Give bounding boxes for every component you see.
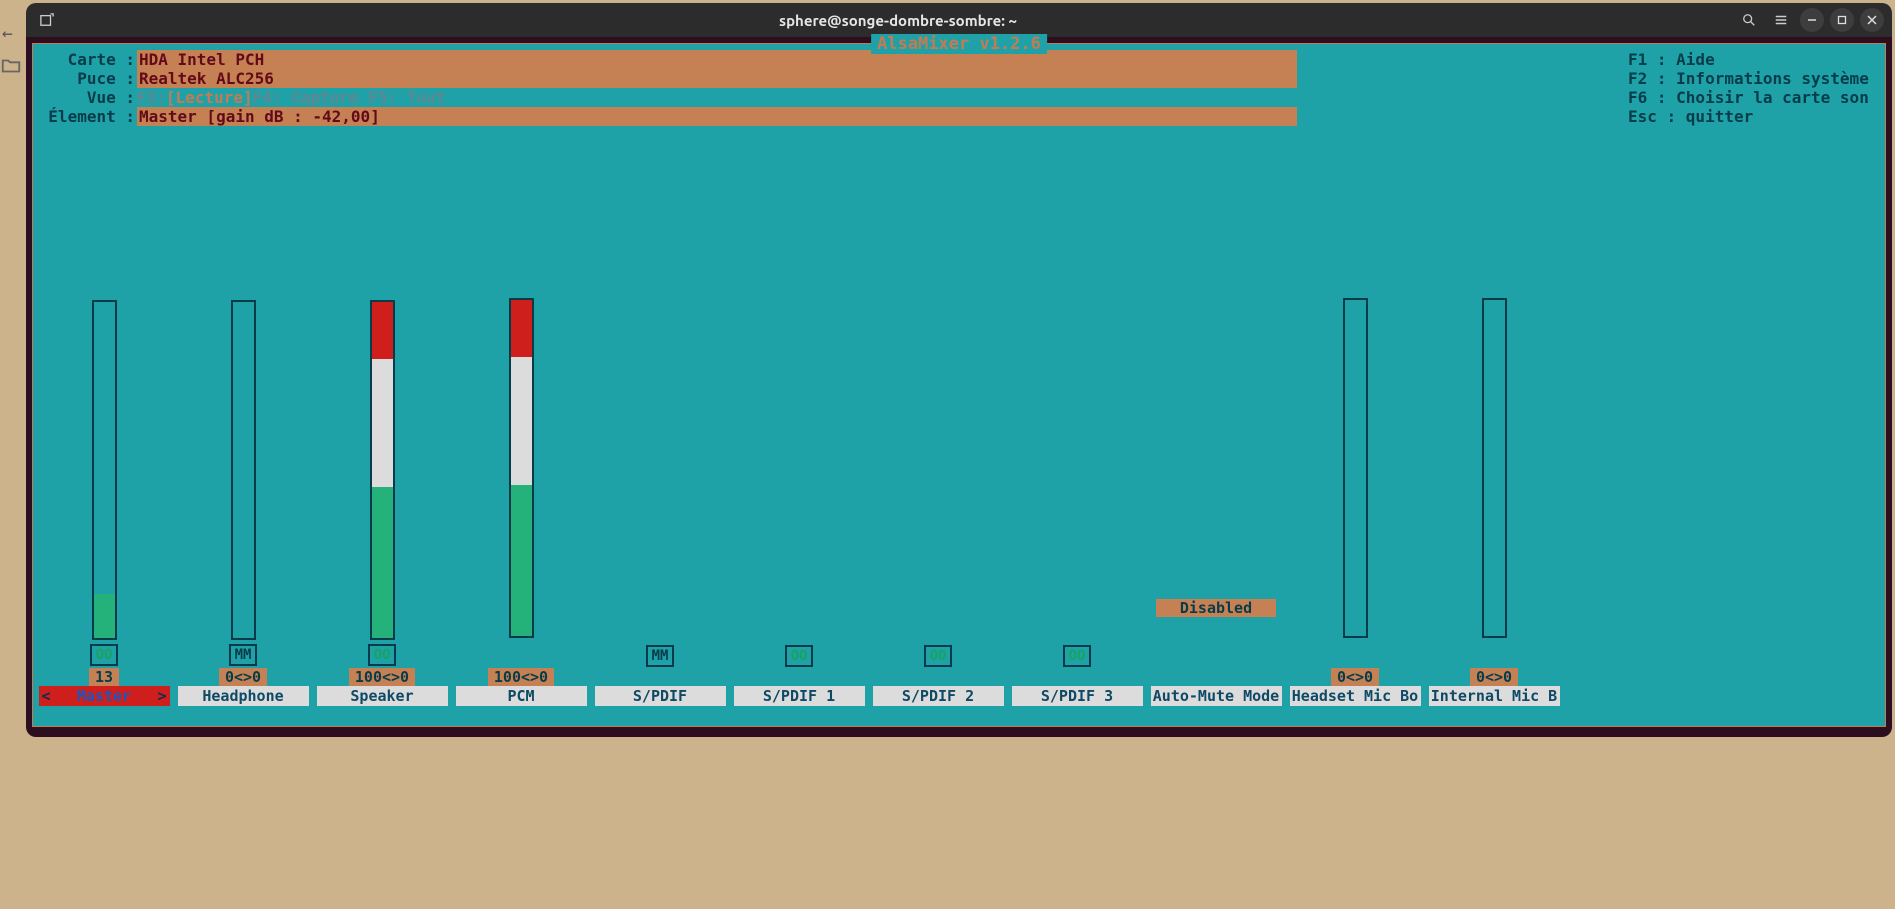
channel-name: Internal Mic B: [1429, 686, 1560, 706]
alsamixer-frame: AlsaMixer v1.2.6 Carte : HDA Intel PCH P…: [32, 43, 1886, 727]
view-f3: F3:: [137, 88, 166, 107]
close-button[interactable]: [1860, 8, 1884, 32]
channel-s-pdif[interactable]: MM S/PDIF: [591, 184, 729, 706]
volume-bar[interactable]: [1482, 298, 1507, 638]
carte-label: Carte :: [35, 50, 135, 69]
channel-speaker[interactable]: OO 100<>0Speaker: [313, 184, 451, 706]
element-label: Élement :: [35, 107, 135, 126]
help-f2: F2 : Informations système: [1628, 69, 1883, 88]
volume-value: 100<>0: [349, 668, 415, 686]
mute-toggle[interactable]: OO: [1063, 645, 1091, 667]
new-tab-button[interactable]: [34, 7, 60, 33]
volume-bar[interactable]: [92, 300, 117, 640]
channel-s-pdif-2[interactable]: OO S/PDIF 2: [869, 184, 1007, 706]
minimize-button[interactable]: [1800, 8, 1824, 32]
maximize-button[interactable]: [1830, 8, 1854, 32]
volume-bar[interactable]: [370, 300, 395, 640]
mute-toggle[interactable]: OO: [924, 645, 952, 667]
volume-value: 100<>0: [488, 668, 554, 686]
help-esc: Esc : quitter: [1628, 107, 1883, 126]
mute-toggle[interactable]: OO: [368, 644, 396, 666]
channel-headphone[interactable]: MM 0<>0Headphone: [174, 184, 312, 706]
channel-name: Master: [39, 686, 170, 706]
help-f6: F6 : Choisir la carte son: [1628, 88, 1883, 107]
volume-bar[interactable]: [1343, 298, 1368, 638]
puce-label: Puce :: [35, 69, 135, 88]
volume-bar[interactable]: [231, 300, 256, 640]
help-f1: F1 : Aide: [1628, 50, 1883, 69]
mixer-area: OO13MasterMM0<>0HeadphoneOO100<>0Speaker…: [33, 184, 1885, 706]
alsamixer-title: AlsaMixer v1.2.6: [871, 34, 1047, 54]
back-arrow-icon: ←: [2, 23, 13, 44]
channel-name: S/PDIF 3: [1012, 686, 1143, 706]
channel-s-pdif-3[interactable]: OO S/PDIF 3: [1008, 184, 1146, 706]
window-title: sphere@songe-dombre-sombre: ~: [66, 12, 1730, 29]
alsamixer-header: Carte : HDA Intel PCH Puce : Realtek ALC…: [33, 44, 1885, 126]
volume-value: 0<>0: [219, 668, 267, 686]
channel-internal-mic-b[interactable]: 0<>0Internal Mic B: [1425, 184, 1563, 706]
mute-toggle[interactable]: MM: [229, 644, 257, 666]
puce-value: Realtek ALC256: [137, 69, 1297, 88]
mute-toggle[interactable]: OO: [785, 645, 813, 667]
channel-headset-mic-bo[interactable]: 0<>0Headset Mic Bo: [1286, 184, 1424, 706]
channel-name: Auto-Mute Mode: [1151, 686, 1282, 706]
search-button[interactable]: [1736, 7, 1762, 33]
window-titlebar: sphere@songe-dombre-sombre: ~: [26, 3, 1892, 37]
files-dock-icon[interactable]: [0, 55, 22, 77]
carte-value: HDA Intel PCH: [137, 50, 1297, 69]
volume-value: 13: [89, 668, 119, 686]
channel-master[interactable]: OO 13Master: [35, 184, 173, 706]
channel-name: Headset Mic Bo: [1290, 686, 1421, 706]
menu-button[interactable]: [1768, 7, 1794, 33]
channel-name: Speaker: [317, 686, 448, 706]
view-rest: F4: Capture F5: Tout: [253, 88, 446, 107]
volume-value: 0<>0: [1331, 668, 1379, 686]
channel-name: S/PDIF 2: [873, 686, 1004, 706]
channel-name: Headphone: [178, 686, 309, 706]
view-selected: [Lecture]: [166, 88, 253, 107]
terminal-body[interactable]: AlsaMixer v1.2.6 Carte : HDA Intel PCH P…: [26, 37, 1892, 737]
volume-bar[interactable]: [509, 298, 534, 638]
vue-label: Vue :: [35, 88, 135, 107]
volume-value: 0<>0: [1470, 668, 1518, 686]
element-value: Master [gain dB : -42,00]: [137, 107, 1297, 126]
channel-name: S/PDIF: [595, 686, 726, 706]
mute-toggle[interactable]: MM: [646, 645, 674, 667]
mute-toggle[interactable]: OO: [90, 644, 118, 666]
channel-auto-mute-mode[interactable]: Disabled Auto-Mute Mode: [1147, 184, 1285, 706]
channel-name: PCM: [456, 686, 587, 706]
channel-name: S/PDIF 1: [734, 686, 865, 706]
channel-pcm[interactable]: 100<>0PCM: [452, 184, 590, 706]
disabled-label: Disabled: [1156, 599, 1276, 617]
channel-s-pdif-1[interactable]: OO S/PDIF 1: [730, 184, 868, 706]
